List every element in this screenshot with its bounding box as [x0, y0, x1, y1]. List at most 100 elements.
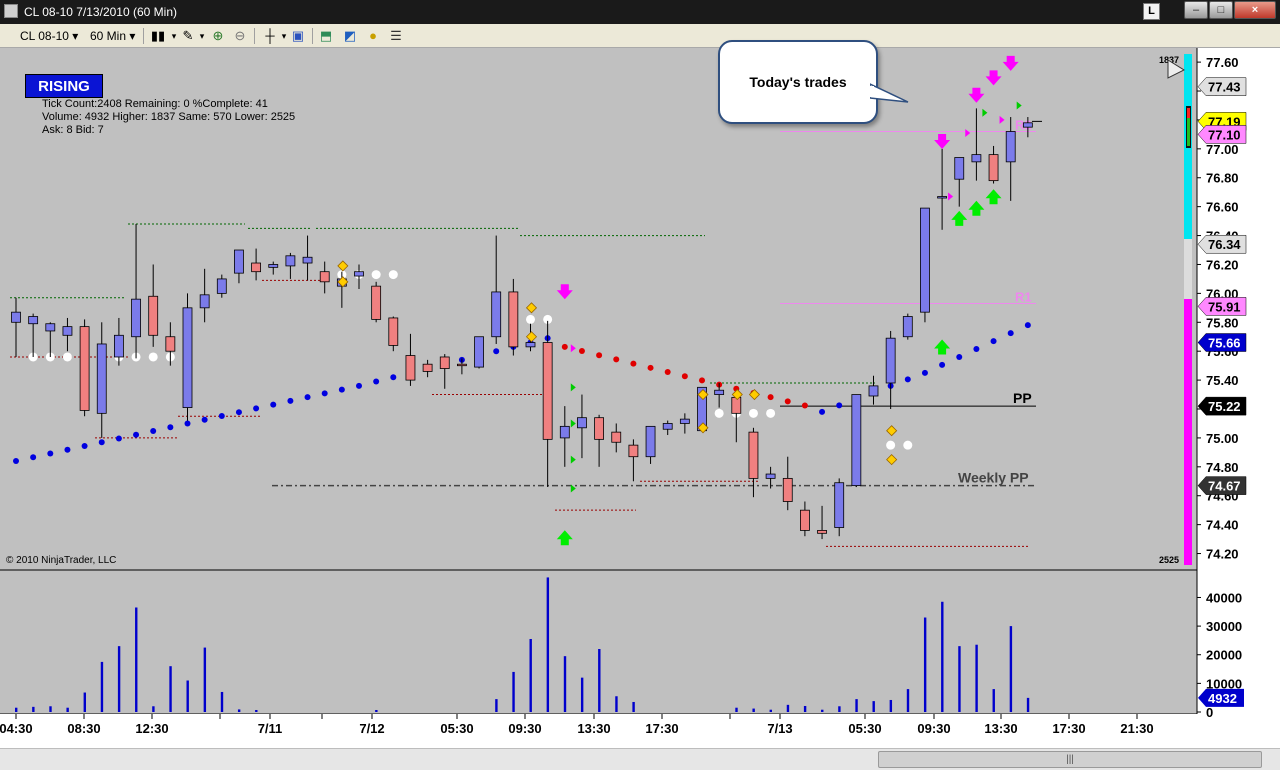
sar-dot	[184, 420, 191, 427]
candle-body	[319, 271, 330, 283]
price-tick-label: 75.80	[1206, 315, 1239, 330]
period-selector[interactable]: 60 Min ▾	[90, 27, 135, 45]
sar-dot	[235, 409, 242, 416]
candle-body	[11, 311, 21, 323]
candle-body	[868, 385, 879, 397]
strategy-icon[interactable]: ⬒	[318, 28, 334, 44]
candle-body	[216, 278, 227, 294]
volume-bar	[958, 646, 961, 712]
price-tick-label: 74.20	[1206, 547, 1239, 562]
consolidation-dot	[903, 440, 913, 450]
minimize-button[interactable]: –	[1184, 1, 1208, 19]
consolidation-dot	[886, 440, 896, 450]
time-tick-label: 13:30	[577, 721, 610, 736]
link-button[interactable]: L	[1143, 3, 1160, 20]
price-marker-value: 75.91	[1208, 299, 1241, 314]
candle-body	[79, 326, 90, 411]
volume-bar	[1009, 626, 1013, 712]
sar-dot	[493, 348, 500, 355]
instrument-selector[interactable]: CL 08-10 ▾	[20, 27, 78, 45]
volume-tick-label: 20000	[1206, 648, 1242, 663]
candle-body	[268, 264, 279, 268]
callout-pointer	[870, 83, 909, 103]
sar-dot	[664, 369, 671, 376]
time-axis-panel	[0, 714, 1280, 748]
consolidation-dot	[62, 352, 72, 362]
candle-body	[971, 154, 982, 163]
volume-bar	[821, 709, 824, 712]
properties-icon[interactable]: ☰	[388, 28, 404, 44]
toolbar-separator	[312, 28, 313, 44]
trend-badge: RISING	[25, 74, 103, 98]
zoom-in-icon[interactable]: ⊕	[210, 28, 226, 44]
toolbar-separator	[254, 28, 255, 44]
time-tick-label: 05:30	[848, 721, 881, 736]
money-icon[interactable]: ●	[365, 28, 381, 44]
volume-bar	[615, 696, 618, 712]
price-chart[interactable]: 18372525 R2R1PPWeekly PP 77.6077.4077.20…	[0, 48, 1280, 770]
volume-last-value: 4932	[1208, 691, 1237, 706]
sar-dot	[115, 435, 122, 442]
sar-dot	[1007, 330, 1014, 337]
time-tick-label: 12:30	[135, 721, 168, 736]
candle-body	[114, 334, 124, 358]
volume-bar	[66, 707, 69, 712]
sar-dot	[356, 382, 362, 389]
zoom-out-icon[interactable]: ⊖	[232, 28, 248, 44]
scrollbar-thumb[interactable]: |||	[878, 751, 1262, 768]
volume-tick-label: 30000	[1206, 619, 1242, 634]
candle-body	[885, 337, 896, 384]
candle-body	[354, 271, 364, 277]
sar-dot	[30, 454, 37, 461]
candle-body	[388, 317, 399, 346]
candle-body	[902, 316, 913, 338]
volume-bar	[598, 649, 601, 712]
volume-bar	[563, 656, 567, 712]
volume-bar	[580, 677, 584, 712]
sar-dot	[767, 394, 774, 401]
copyright-notice: © 2010 NinjaTrader, LLC	[6, 555, 117, 566]
sar-dot	[699, 377, 705, 384]
callout-annotation[interactable]: Today's trades	[718, 40, 878, 124]
maximize-button[interactable]: □	[1209, 1, 1233, 19]
volume-bar	[1026, 697, 1030, 712]
candle-body	[456, 363, 467, 367]
sar-dot	[287, 397, 294, 404]
candle-body	[525, 342, 536, 348]
candle-body	[182, 307, 193, 408]
time-tick-label: 13:30	[984, 721, 1017, 736]
close-button[interactable]: ×	[1234, 1, 1276, 19]
volume-bar	[203, 647, 207, 712]
window-title-bar[interactable]: CL 08-10 7/13/2010 (60 Min) L – □ ×	[0, 0, 1280, 24]
price-tick-label: 77.00	[1206, 142, 1239, 157]
candle-body	[782, 477, 793, 502]
price-tick-label: 76.80	[1206, 171, 1239, 186]
sar-dot	[201, 416, 208, 423]
consolidation-dot	[388, 270, 398, 280]
time-tick-label: 04:30	[0, 721, 33, 736]
chart-toolbar: CL 08-10 ▾ 60 Min ▾ ▮▮ ▾ ✎ ▾ ⊕ ⊖ ┼ ▾ ▣ ⬒…	[0, 24, 1280, 48]
price-tick-label: 76.20	[1206, 257, 1239, 272]
horizontal-scrollbar[interactable]: |||	[0, 748, 1280, 770]
chevron-down-icon[interactable]: ▾	[194, 28, 210, 44]
volume-bar	[855, 699, 858, 712]
candle-body	[474, 336, 484, 368]
candle-body	[731, 397, 742, 414]
data-box-icon[interactable]: ▣	[290, 28, 306, 44]
candlestick-chart-icon[interactable]: ▮▮	[150, 28, 166, 44]
candle-body	[920, 207, 930, 313]
candle-body	[679, 418, 690, 424]
candle-body	[937, 196, 947, 199]
candle-body	[45, 323, 56, 332]
candle-body	[491, 291, 502, 338]
sar-dot	[596, 352, 603, 359]
volume-bar	[803, 705, 807, 712]
price-marker-value: 77.10	[1208, 127, 1241, 142]
time-tick-label: 09:30	[917, 721, 950, 736]
sar-dot	[253, 405, 260, 412]
indicator-chart-icon[interactable]: ◩	[342, 28, 358, 44]
candle-body	[234, 249, 244, 274]
sar-dot	[270, 401, 277, 408]
r1-label: R1	[1015, 289, 1032, 304]
candle-body	[405, 355, 416, 381]
